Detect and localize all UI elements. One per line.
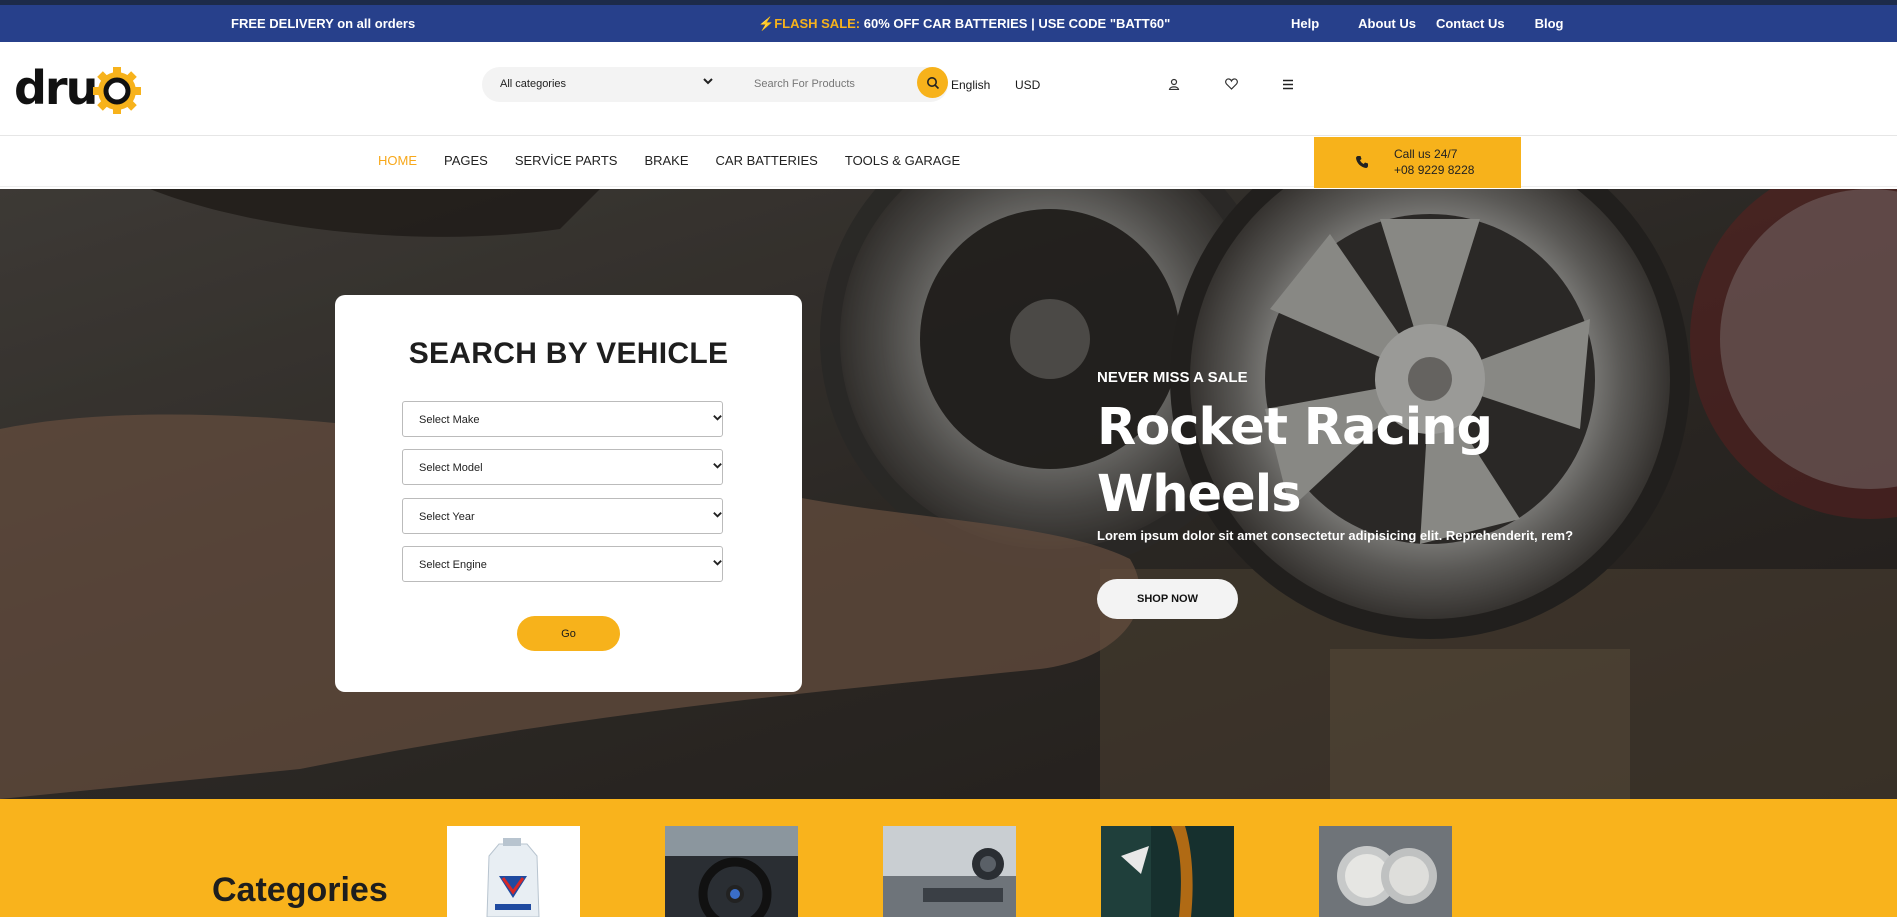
- category-select[interactable]: All categories: [500, 78, 566, 90]
- hero-eyebrow: NEVER MISS A SALE: [1097, 369, 1248, 386]
- category-thumb-oil-pour[interactable]: [1101, 826, 1234, 917]
- nav-pages[interactable]: PAGES: [444, 153, 488, 168]
- search-button[interactable]: [917, 67, 948, 98]
- lightning-icon: ⚡: [758, 16, 775, 31]
- hero-title-line-1: Rocket Racing: [1097, 398, 1493, 457]
- search-by-vehicle-panel: SEARCH BY VEHICLE Select Make Select Mod…: [335, 295, 802, 692]
- call-number: +08 9229 8228: [1394, 163, 1475, 177]
- call-us-box[interactable]: Call us 24/7 +08 9229 8228: [1314, 137, 1521, 188]
- go-button[interactable]: Go: [517, 616, 620, 651]
- hero-title: Rocket Racing Wheels: [1097, 394, 1573, 528]
- category-thumb-interior[interactable]: [665, 826, 798, 917]
- top-links: Help About Us Contact Us Blog: [1291, 16, 1583, 31]
- site-header: druco druc All categorie: [0, 42, 1897, 136]
- help-link[interactable]: Help: [1291, 16, 1319, 31]
- nav-brake[interactable]: BRAKE: [644, 153, 688, 168]
- select-engine-label: Select Engine: [419, 559, 487, 571]
- product-search-bar: All categories Search For Products: [482, 67, 948, 102]
- select-make-label: Select Make: [419, 414, 480, 426]
- druco-logo[interactable]: druco druc: [14, 61, 159, 122]
- about-us-link[interactable]: About Us: [1358, 16, 1416, 31]
- nav-tools-garage[interactable]: TOOLS & GARAGE: [845, 153, 960, 168]
- category-thumb-audio[interactable]: [883, 826, 1016, 917]
- menu-icon[interactable]: [1280, 76, 1296, 92]
- select-year[interactable]: Select Year: [402, 498, 723, 534]
- blog-link[interactable]: Blog: [1535, 16, 1564, 31]
- nav-home[interactable]: HOME: [378, 153, 417, 168]
- headlight-image: [1319, 826, 1452, 917]
- select-model[interactable]: Select Model: [402, 449, 723, 485]
- select-year-label: Select Year: [419, 511, 475, 523]
- categories-section: Categories: [0, 799, 1897, 917]
- car-audio-image: [883, 826, 1016, 917]
- logo-mark: druc: [14, 61, 141, 115]
- category-thumb-lighting[interactable]: [1319, 826, 1452, 917]
- hero-description: Lorem ipsum dolor sit amet consectetur a…: [1097, 528, 1574, 543]
- user-icon[interactable]: [1166, 76, 1182, 92]
- nav-car-batteries[interactable]: CAR BATTERIES: [716, 153, 818, 168]
- heart-icon[interactable]: [1223, 76, 1239, 92]
- chevron-down-icon[interactable]: [702, 75, 714, 90]
- promo-topbar: FREE DELIVERY on all orders ⚡FLASH SALE:…: [0, 0, 1897, 42]
- search-icon: [926, 76, 939, 89]
- flash-sale-banner: ⚡FLASH SALE: 60% OFF CAR BATTERIES | USE…: [758, 16, 1170, 32]
- vehicle-search-title: SEARCH BY VEHICLE: [408, 337, 729, 370]
- hero-background-image: [0, 189, 1897, 799]
- search-input[interactable]: Search For Products: [754, 78, 855, 90]
- nav-service-parts[interactable]: SERVİCE PARTS: [515, 153, 618, 168]
- hero-banner: SEARCH BY VEHICLE Select Make Select Mod…: [0, 189, 1897, 799]
- category-thumb-oil[interactable]: [447, 826, 580, 917]
- language-select[interactable]: English: [951, 78, 990, 92]
- shop-now-button[interactable]: SHOP NOW: [1097, 579, 1238, 619]
- categories-heading: Categories: [212, 871, 388, 909]
- select-make[interactable]: Select Make: [402, 401, 723, 437]
- phone-icon: [1355, 155, 1369, 174]
- call-label: Call us 24/7: [1394, 147, 1458, 161]
- main-navigation: HOME PAGES SERVİCE PARTS BRAKE CAR BATTE…: [0, 136, 1897, 188]
- hero-title-line-2: Wheels: [1097, 465, 1302, 524]
- oil-pour-image: [1101, 826, 1234, 917]
- free-delivery-text: FREE DELIVERY on all orders: [231, 16, 416, 31]
- flash-sale-label: FLASH SALE:: [774, 16, 861, 31]
- flash-sale-text: 60% OFF CAR BATTERIES | USE CODE "BATT60…: [860, 16, 1171, 31]
- steering-wheel-image: [665, 826, 798, 917]
- hero-copy: NEVER MISS A SALE Rocket Racing Wheels L…: [1097, 369, 1573, 543]
- select-model-label: Select Model: [419, 462, 483, 474]
- contact-us-link[interactable]: Contact Us: [1436, 16, 1505, 31]
- select-engine[interactable]: Select Engine: [402, 546, 723, 582]
- motor-oil-image: [447, 826, 580, 917]
- currency-select[interactable]: USD: [1015, 78, 1040, 92]
